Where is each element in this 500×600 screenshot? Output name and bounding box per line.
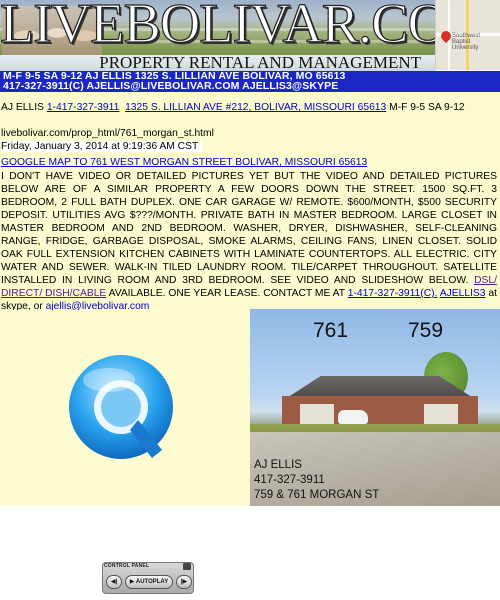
description-text: I DON'T HAVE VIDEO OR DETAILED PICTURES … <box>1 171 497 286</box>
current-date: Friday, January 3, 2014 at 9:19:36 AM CS… <box>1 141 203 152</box>
autoplay-button[interactable]: ▶ AUTOPLAY <box>125 575 173 589</box>
phone-link[interactable]: 1-417-327-3911 <box>47 102 120 113</box>
address-link[interactable]: 1325 S. LILLIAN AVE #212, BOLIVAR, MISSO… <box>125 102 386 113</box>
control-panel-title: CONTROL PANEL <box>104 563 150 569</box>
caption-address: 759 & 761 MORGAN ST <box>254 489 380 501</box>
site-title: LIVEBOLIVAR.COM <box>0 0 497 55</box>
contact-name: AJ ELLIS <box>1 102 44 113</box>
property-description: I DON'T HAVE VIDEO OR DETAILED PICTURES … <box>1 170 497 313</box>
play-icon: ▶ <box>129 579 135 585</box>
banner-info-line-2: 417-327-3911(C) AJELLIS@LIVEBOLIVAR.COM … <box>3 80 339 92</box>
contact-hours: M-F 9-5 SA 9-12 <box>389 102 465 113</box>
caption-name: AJ ELLIS <box>254 459 302 471</box>
description-lease: AVAILABLE. ONE YEAR LEASE. CONTACT ME AT <box>106 288 348 299</box>
photo-caption: AJ ELLIS 417-327-3911 759 & 761 MORGAN S… <box>254 458 379 503</box>
map-label: Southwest Baptist University <box>452 33 481 51</box>
google-map-link[interactable]: GOOGLE MAP TO 761 WEST MORGAN STREET BOL… <box>1 157 367 168</box>
white-car <box>338 410 368 424</box>
previous-button[interactable]: ◀| <box>106 575 122 589</box>
address-number-right: 759 <box>408 319 444 342</box>
control-panel-close-icon[interactable] <box>183 563 191 570</box>
skype-link[interactable]: AJELLIS3 <box>440 288 486 299</box>
address-number-left: 761 <box>313 319 349 342</box>
contact-phone-link[interactable]: 1-417-327-3911(C). <box>348 288 438 299</box>
header-banner: LIVEBOLIVAR.COM PROPERTY RENTAL AND MANA… <box>0 0 500 92</box>
caption-phone: 417-327-3911 <box>254 474 325 486</box>
quicktime-icon[interactable] <box>64 350 182 468</box>
next-button[interactable]: |▶ <box>176 575 192 589</box>
banner-contact-bar: M-F 9-5 SA 9-12 AJ ELLIS 1325 S. LILLIAN… <box>0 71 500 92</box>
autoplay-label: AUTOPLAY <box>135 579 169 585</box>
contact-line: AJ ELLIS 1-417-327-3911 1325 S. LILLIAN … <box>1 101 465 114</box>
page-url: livebolivar.com/prop_html/761_morgan_st.… <box>1 128 214 139</box>
duplex-house <box>274 376 486 426</box>
